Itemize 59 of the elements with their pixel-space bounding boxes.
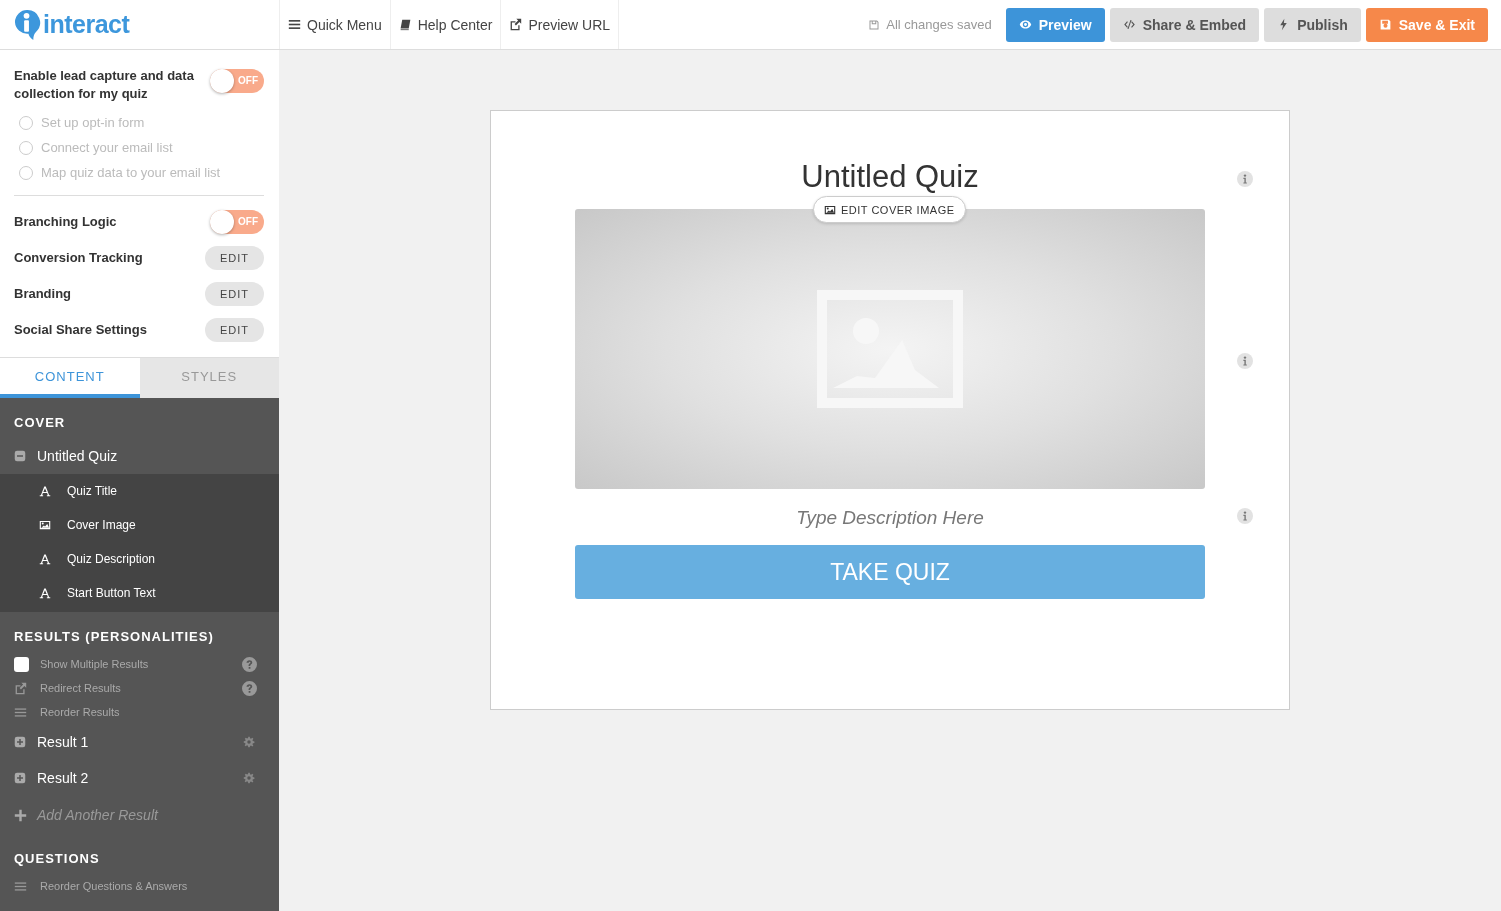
quiz-title[interactable]: Untitled Quiz [801,159,979,195]
step-label: Set up opt-in form [41,115,145,130]
book-icon [398,18,412,31]
section-heading: RESULTS (PERSONALITIES) [13,628,215,646]
expand-icon [14,772,26,784]
section-heading: QUESTIONS [13,850,101,868]
info-icon [1237,353,1253,369]
outline-item[interactable]: Quiz Description [0,542,279,576]
nav-button[interactable]: Quick Menu [280,0,391,49]
setting-label: Branding [14,285,72,303]
info-icon [1237,508,1253,524]
checkbox[interactable] [14,656,29,672]
step-label: Map quiz data to your email list [41,165,221,180]
option-label: Redirect Results [40,682,122,694]
logo-icon [14,9,41,40]
description-field[interactable]: Type Description Here [575,505,1205,531]
code-icon [1122,18,1136,31]
external-link-icon [14,681,27,695]
outline-item[interactable]: Cover Image [0,508,279,542]
outline-item[interactable]: Result 2 [0,760,279,796]
edit-cover-image-button[interactable]: EDIT COVER IMAGE [813,196,966,223]
logo-text: interact [43,10,130,39]
step-label: Connect your email list [41,140,173,155]
gear-icon [243,772,255,784]
nav-button[interactable]: Help Center [390,0,502,49]
action-button[interactable]: Share & Embed [1109,7,1260,42]
reorder-icon [14,879,27,893]
info-icon [1237,171,1253,187]
letter-a-icon [39,485,51,497]
image-icon [824,203,836,216]
plus-icon [14,808,27,822]
setting-label: Branching Logic [14,213,117,231]
edit-button[interactable]: EDIT [205,282,264,306]
letter-a-icon [39,587,51,599]
expand-icon [14,736,26,748]
setting-label: Social Share Settings [14,321,147,339]
action-button[interactable]: Publish [1264,7,1361,42]
outline-item[interactable]: Quiz Title [0,474,279,508]
nav-button[interactable]: Preview URL [501,0,620,49]
gear-icon [243,736,255,748]
option-label: Reorder Questions & Answers [40,880,189,892]
outline-item[interactable]: Untitled Quiz [0,438,279,474]
external-link-icon [509,18,523,31]
setting-label: Enable lead capture and data collection for my quiz [14,67,195,103]
option-label: Reorder Results [40,706,121,718]
section-heading: COVER [13,414,67,432]
reorder-icon [14,705,27,719]
save-status: All changes saved [886,17,992,32]
eye-icon [1018,18,1032,31]
setting-label: Conversion Tracking [14,249,143,267]
edit-button[interactable]: EDIT [205,246,264,270]
collapse-icon [14,450,26,462]
letter-a-icon [39,553,51,565]
menu-icon [288,18,301,31]
edit-button[interactable]: EDIT [205,318,264,342]
image-icon [39,519,51,531]
option-label: Show Multiple Results [40,658,150,670]
outline-item[interactable]: Result 1 [0,724,279,760]
outline-item[interactable]: Start Button Text [0,576,279,610]
